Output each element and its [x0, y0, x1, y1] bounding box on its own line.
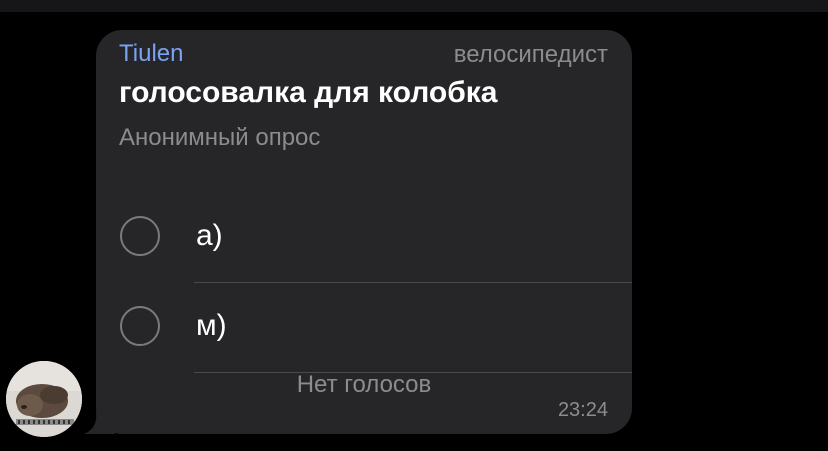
message-timestamp: 23:24	[557, 399, 608, 421]
poll-option-a[interactable]: а)	[96, 193, 632, 283]
radio-unchecked-icon[interactable]	[120, 216, 160, 256]
poll-votes-status: Нет голосов	[296, 371, 432, 398]
chat-header-edge	[0, 0, 828, 12]
poll-question: голосовалка для колобка	[119, 76, 498, 109]
sender-rank: велосипедист	[453, 41, 608, 68]
poll-option-label: а)	[196, 219, 223, 252]
poll-type-label: Анонимный опрос	[119, 124, 321, 151]
radio-unchecked-icon[interactable]	[120, 306, 160, 346]
sender-name[interactable]: Tiulen	[119, 40, 183, 68]
sender-avatar[interactable]	[6, 361, 82, 437]
avatar-photo-icon	[6, 361, 82, 437]
poll-message-bubble[interactable]: Tiulen велосипедист голосовалка для коло…	[96, 30, 632, 434]
poll-option-m[interactable]: м)	[96, 283, 632, 373]
poll-option-label: м)	[196, 309, 227, 342]
